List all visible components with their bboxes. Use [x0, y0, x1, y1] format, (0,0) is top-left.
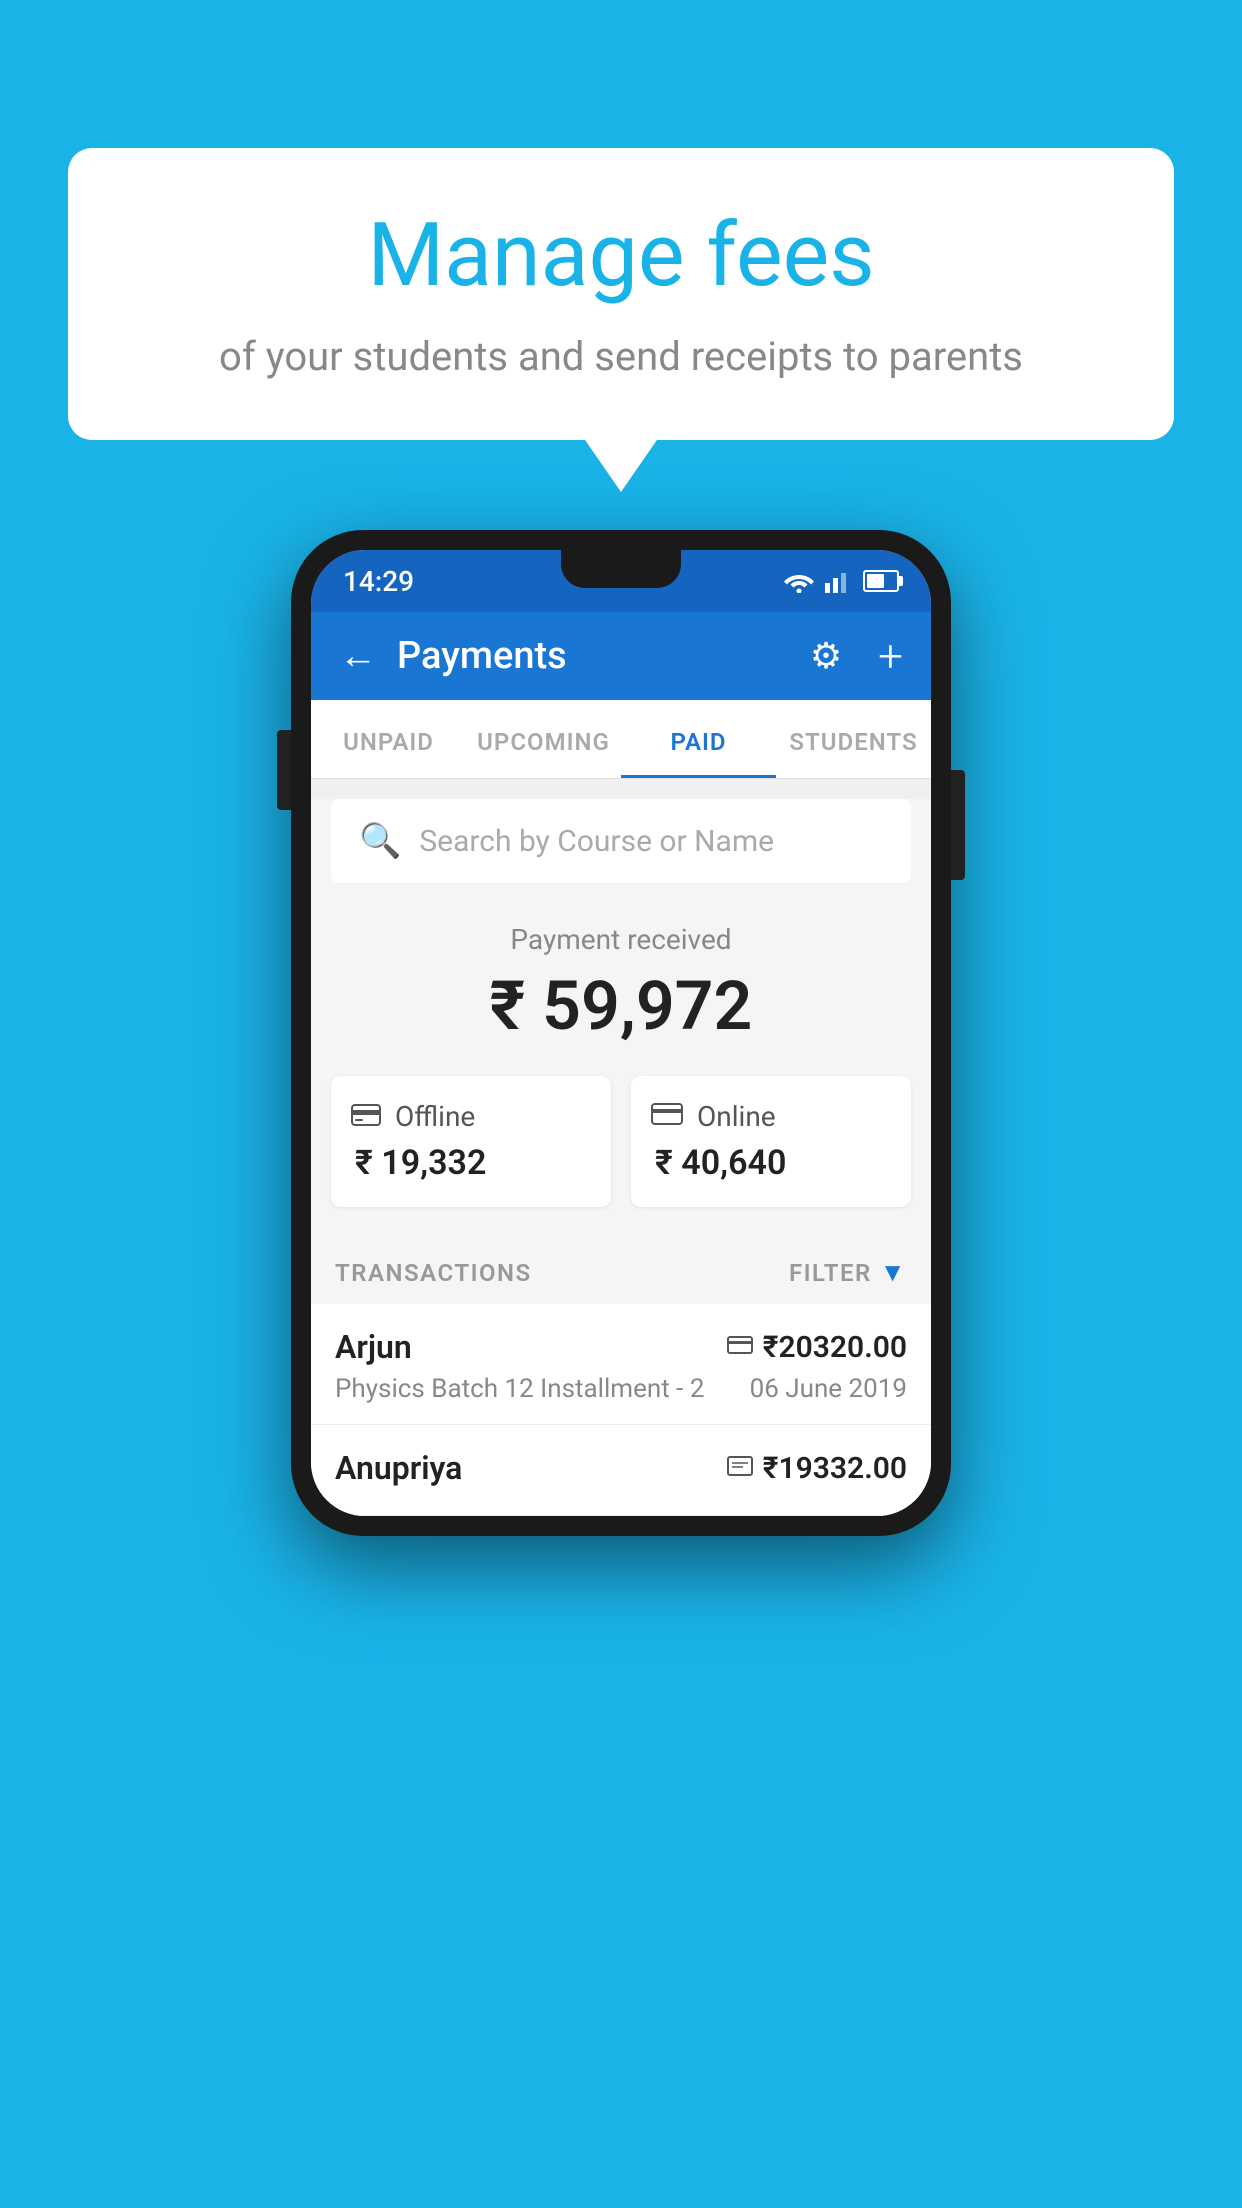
transaction-amount-row: ₹20320.00 [727, 1330, 907, 1365]
search-bar[interactable]: 🔍 Search by Course or Name [331, 799, 911, 883]
payment-cards-row: Offline ₹ 19,332 Online [311, 1076, 931, 1237]
back-button[interactable]: ← [339, 634, 377, 678]
speech-bubble: Manage fees of your students and send re… [68, 148, 1174, 440]
online-amount: ₹ 40,640 [655, 1143, 891, 1183]
online-icon [651, 1100, 683, 1133]
app-header: ← Payments ⚙ + [311, 612, 931, 700]
status-icons [783, 569, 899, 593]
transaction-amount: ₹19332.00 [763, 1451, 907, 1486]
online-card: Online ₹ 40,640 [631, 1076, 911, 1207]
transaction-row[interactable]: Arjun ₹20320.00 Physics [311, 1304, 931, 1425]
tab-paid[interactable]: PAID [621, 700, 776, 778]
transaction-amount: ₹20320.00 [763, 1330, 907, 1365]
bubble-subtitle: of your students and send receipts to pa… [116, 329, 1126, 385]
search-placeholder: Search by Course or Name [419, 824, 774, 859]
filter-button[interactable]: FILTER ▼ [789, 1257, 907, 1288]
offline-amount: ₹ 19,332 [355, 1143, 591, 1183]
transaction-course: Physics Batch 12 Installment - 2 [335, 1374, 704, 1404]
phone-outer: 14:29 [291, 530, 951, 1536]
transaction-amount-row: ₹19332.00 [727, 1451, 907, 1486]
speech-bubble-container: Manage fees of your students and send re… [68, 148, 1174, 440]
settings-icon[interactable]: ⚙ [810, 635, 842, 677]
content-area: 🔍 Search by Course or Name Payment recei… [311, 799, 931, 1516]
offline-card: Offline ₹ 19,332 [331, 1076, 611, 1207]
battery-icon [863, 570, 899, 592]
transaction-payment-icon [727, 1332, 753, 1362]
filter-funnel-icon: ▼ [880, 1257, 907, 1288]
payment-received-amount: ₹ 59,972 [311, 966, 931, 1046]
phone-screen: 14:29 [311, 550, 931, 1516]
phone-device: 14:29 [291, 530, 951, 1536]
wifi-icon [783, 569, 815, 593]
header-title: Payments [397, 634, 790, 678]
bubble-title: Manage fees [116, 208, 1126, 305]
online-label: Online [697, 1100, 776, 1133]
transaction-name: Arjun [335, 1328, 412, 1366]
transaction-date: 06 June 2019 [750, 1374, 907, 1404]
signal-icon [825, 569, 853, 593]
transactions-label: TRANSACTIONS [335, 1259, 532, 1287]
notch [561, 550, 681, 588]
tab-students[interactable]: STUDENTS [776, 700, 931, 778]
status-bar: 14:29 [311, 550, 931, 612]
filter-label: FILTER [789, 1259, 872, 1287]
offline-icon [351, 1100, 381, 1133]
offline-label: Offline [395, 1100, 475, 1133]
payment-received-label: Payment received [311, 923, 931, 956]
payment-received-section: Payment received ₹ 59,972 [311, 883, 931, 1076]
tab-bar: UNPAID UPCOMING PAID STUDENTS [311, 700, 931, 779]
status-time: 14:29 [343, 565, 414, 598]
add-button[interactable]: + [878, 630, 903, 682]
transaction-row[interactable]: Anupriya ₹19332.00 [311, 1425, 931, 1516]
transactions-header: TRANSACTIONS FILTER ▼ [311, 1237, 931, 1304]
transaction-name: Anupriya [335, 1449, 462, 1487]
tab-upcoming[interactable]: UPCOMING [466, 700, 621, 778]
transaction-payment-icon [727, 1453, 753, 1483]
tab-unpaid[interactable]: UNPAID [311, 700, 466, 778]
search-icon: 🔍 [359, 821, 401, 861]
